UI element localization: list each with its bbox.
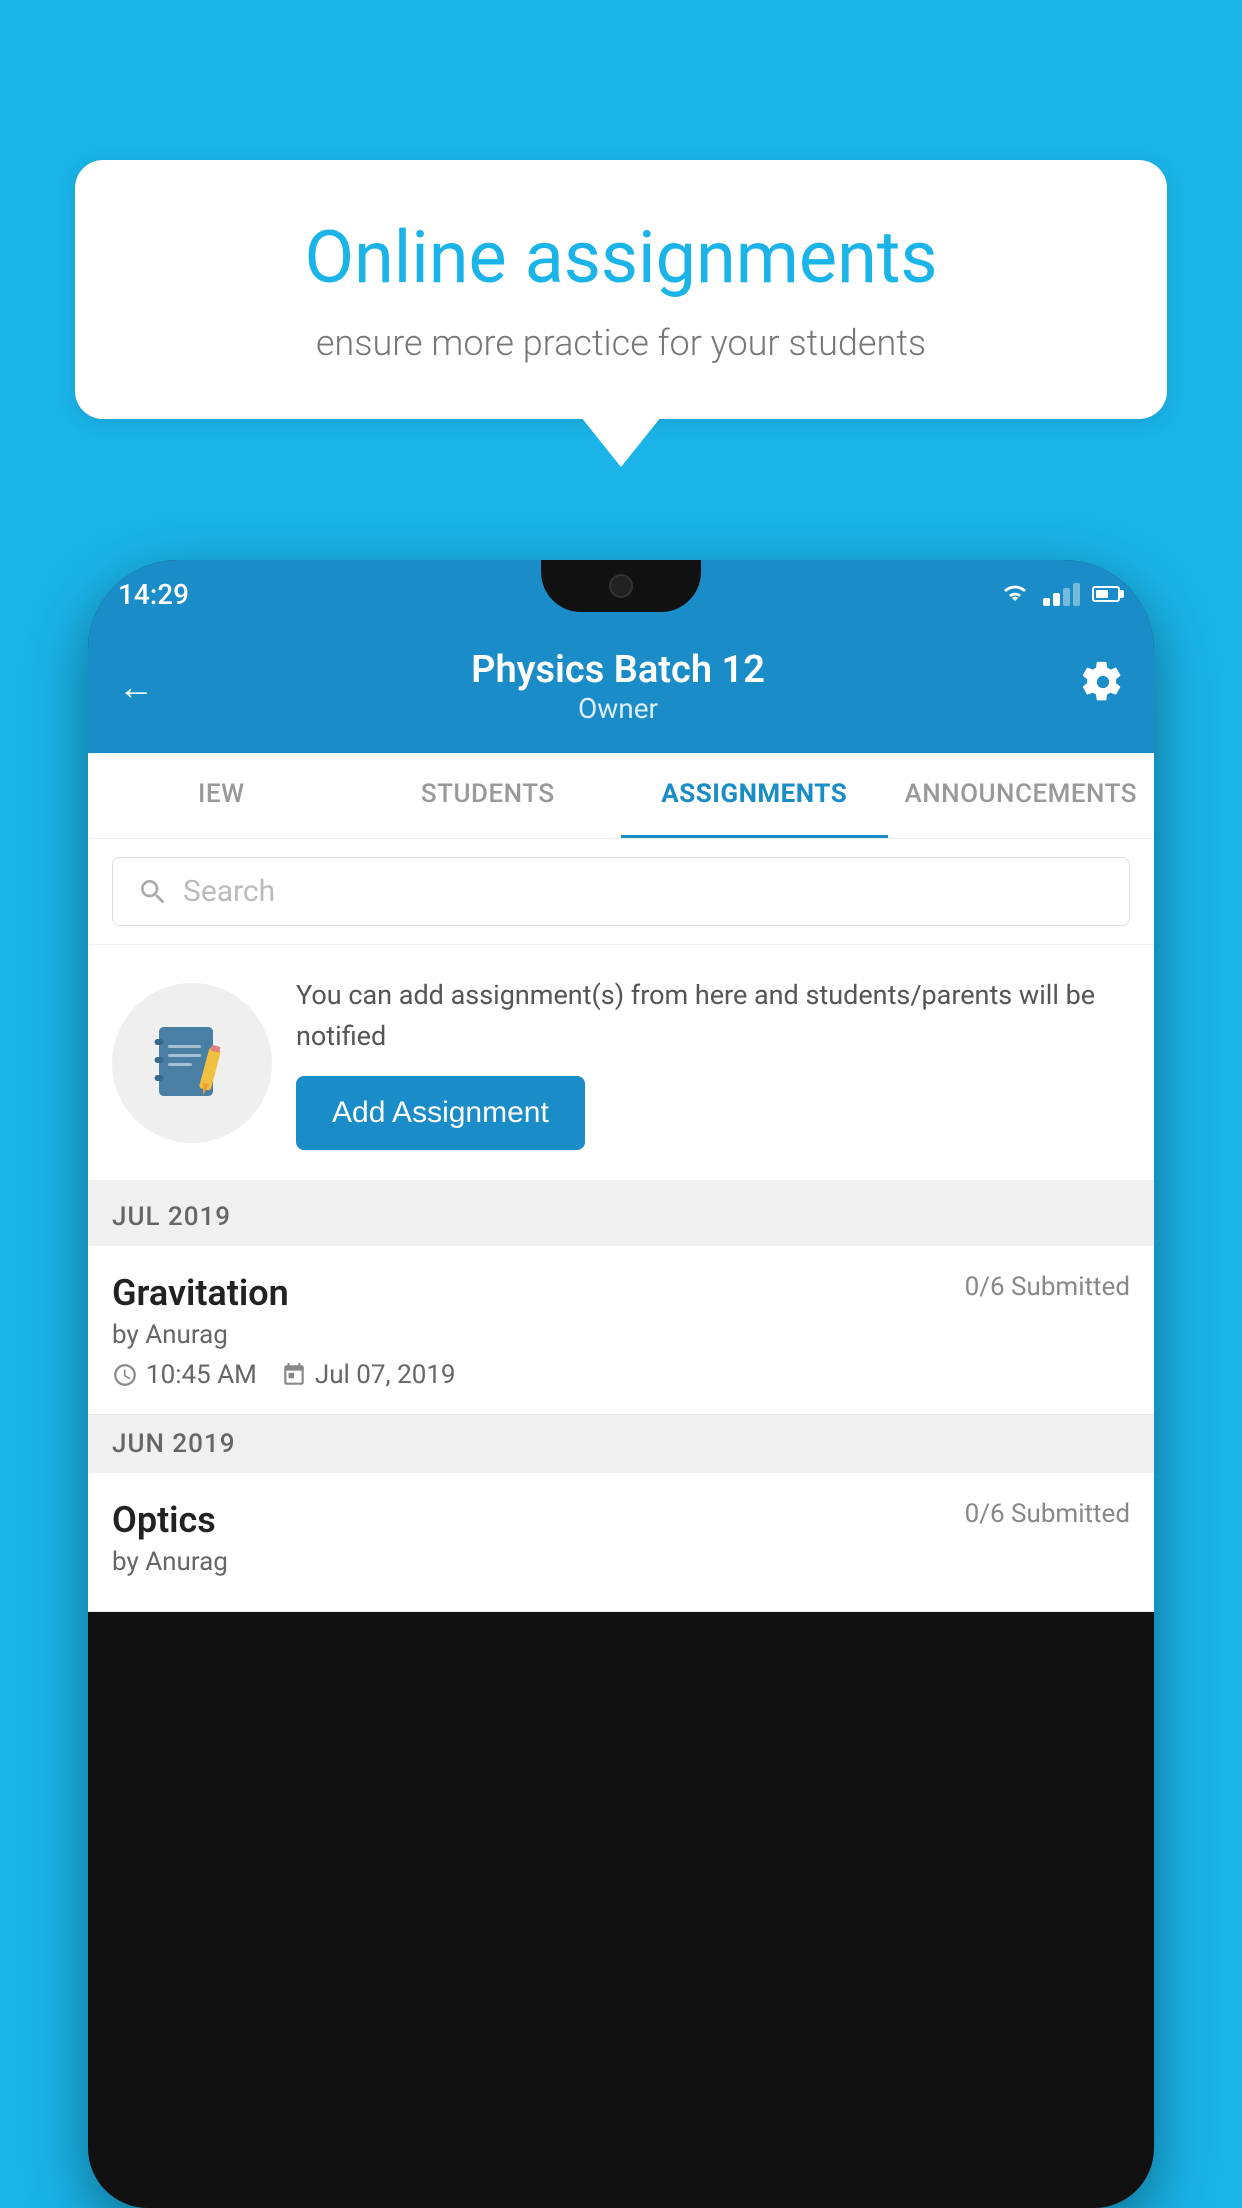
assignment-name: Gravitation <box>112 1272 289 1314</box>
speech-bubble: Online assignments ensure more practice … <box>75 160 1167 419</box>
camera <box>609 574 633 598</box>
assignment-top-row-optics: Optics 0/6 Submitted <box>112 1499 1130 1541</box>
section-header-jun: JUN 2019 <box>88 1415 1154 1473</box>
settings-button[interactable] <box>1082 661 1124 713</box>
calendar-icon <box>281 1362 307 1388</box>
status-icons <box>999 583 1124 606</box>
gear-icon <box>1082 661 1124 703</box>
assignment-by-optics: by Anurag <box>112 1547 1130 1577</box>
tab-iew[interactable]: IEW <box>88 753 355 838</box>
batch-subtitle: Owner <box>471 692 765 725</box>
promo-section: You can add assignment(s) from here and … <box>88 945 1154 1188</box>
assignment-submitted-optics: 0/6 Submitted <box>965 1499 1130 1529</box>
battery-icon <box>1092 586 1124 602</box>
search-icon <box>137 876 169 908</box>
search-placeholder: Search <box>183 874 275 909</box>
status-time: 14:29 <box>118 578 189 611</box>
phone-screen: Search <box>88 839 1154 1612</box>
meta-date: Jul 07, 2019 <box>281 1360 456 1390</box>
clock-icon <box>112 1362 138 1388</box>
assignment-by: by Anurag <box>112 1320 1130 1350</box>
assignment-name-optics: Optics <box>112 1499 216 1541</box>
tabs-bar: IEW STUDENTS ASSIGNMENTS ANNOUNCEMENTS <box>88 753 1154 839</box>
app-header: ← Physics Batch 12 Owner <box>88 628 1154 753</box>
promo-icon-circle <box>112 983 272 1143</box>
assignment-time: 10:45 AM <box>146 1360 257 1390</box>
speech-bubble-container: Online assignments ensure more practice … <box>75 160 1167 419</box>
header-center: Physics Batch 12 Owner <box>471 648 765 725</box>
back-button[interactable]: ← <box>118 666 154 708</box>
speech-bubble-title: Online assignments <box>140 215 1102 300</box>
assignment-meta: 10:45 AM Jul 07, 2019 <box>112 1360 1130 1390</box>
assignment-item-gravitation[interactable]: Gravitation 0/6 Submitted by Anurag 10:4… <box>88 1246 1154 1415</box>
promo-right: You can add assignment(s) from here and … <box>296 975 1130 1150</box>
add-assignment-button[interactable]: Add Assignment <box>296 1076 585 1150</box>
tab-announcements[interactable]: ANNOUNCEMENTS <box>888 753 1155 838</box>
assignment-submitted: 0/6 Submitted <box>965 1272 1130 1302</box>
phone-frame: 14:29 <box>88 560 1154 2208</box>
notebook-icon <box>147 1018 237 1108</box>
meta-time: 10:45 AM <box>112 1360 257 1390</box>
assignment-top-row: Gravitation 0/6 Submitted <box>112 1272 1130 1314</box>
search-container: Search <box>88 839 1154 945</box>
tab-assignments[interactable]: ASSIGNMENTS <box>621 753 888 838</box>
status-bar: 14:29 <box>88 560 1154 628</box>
speech-bubble-subtitle: ensure more practice for your students <box>140 322 1102 364</box>
phone-notch <box>541 560 701 612</box>
tab-students[interactable]: STUDENTS <box>355 753 622 838</box>
promo-description: You can add assignment(s) from here and … <box>296 975 1130 1056</box>
wifi-icon <box>999 583 1031 605</box>
assignment-date: Jul 07, 2019 <box>315 1360 456 1390</box>
assignment-item-optics[interactable]: Optics 0/6 Submitted by Anurag <box>88 1473 1154 1612</box>
search-bar[interactable]: Search <box>112 857 1130 926</box>
signal-icon <box>1043 583 1080 606</box>
batch-title: Physics Batch 12 <box>471 648 765 692</box>
section-header-jul: JUL 2019 <box>88 1188 1154 1246</box>
